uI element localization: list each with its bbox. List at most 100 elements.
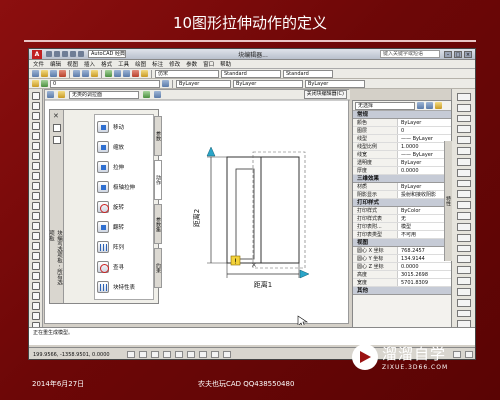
layer-combo[interactable]: 0 xyxy=(50,79,160,88)
leader-icon[interactable] xyxy=(456,277,471,285)
ellipse-arc-icon[interactable] xyxy=(31,192,40,200)
property-value[interactable]: ByLayer xyxy=(398,119,451,126)
break-icon[interactable] xyxy=(456,212,471,220)
zoom-window-icon[interactable] xyxy=(123,70,130,77)
open-icon[interactable] xyxy=(54,51,60,57)
property-row[interactable]: 材质 ByLayer xyxy=(353,183,451,191)
property-value[interactable]: 3015.2698 xyxy=(398,271,451,278)
stretch-icon[interactable] xyxy=(456,179,471,188)
rotate-icon[interactable] xyxy=(456,157,471,166)
edit-block-icon[interactable] xyxy=(47,91,54,98)
hatch-icon[interactable] xyxy=(31,232,40,240)
palette-item-scale[interactable]: 缩放 xyxy=(97,139,153,155)
circle-icon[interactable] xyxy=(31,152,40,160)
property-row[interactable]: 图层 0 xyxy=(353,127,451,135)
menu-item[interactable]: 标注 xyxy=(152,60,163,68)
design-center-icon[interactable] xyxy=(141,70,148,77)
new-icon[interactable] xyxy=(46,51,52,57)
palette-item-flip[interactable]: 翻转 xyxy=(97,219,153,235)
palette-item-move[interactable]: 移动 xyxy=(97,119,153,135)
add-selected-icon[interactable] xyxy=(31,282,40,290)
tolerance-icon[interactable] xyxy=(456,287,471,296)
make-block-icon[interactable] xyxy=(31,212,40,220)
menu-item[interactable]: 插入 xyxy=(84,60,95,68)
property-row[interactable]: 线型比例 1.0000 xyxy=(353,143,451,151)
palette-item-lookup[interactable]: 查寻 xyxy=(97,259,153,275)
dim-style-combo[interactable]: Standard xyxy=(221,69,281,78)
selection-combo[interactable]: 无选择 xyxy=(355,101,415,110)
color-combo[interactable]: ByLayer xyxy=(176,79,231,88)
property-row[interactable]: 打印样式 ByColor xyxy=(353,207,451,215)
save-icon[interactable] xyxy=(62,51,68,57)
cut-icon[interactable] xyxy=(73,70,80,77)
properties-icon[interactable] xyxy=(132,70,139,77)
redo-icon[interactable] xyxy=(78,51,84,57)
minimize-button[interactable]: – xyxy=(444,50,452,58)
dimension-edit-icon[interactable] xyxy=(456,309,471,318)
offset-icon[interactable] xyxy=(456,125,471,134)
menu-item[interactable]: 窗口 xyxy=(203,60,214,68)
make-current-icon[interactable] xyxy=(162,80,169,87)
layer-manager-icon[interactable] xyxy=(32,80,39,87)
polyline-icon[interactable] xyxy=(31,112,40,120)
print-icon[interactable] xyxy=(59,70,66,77)
pan-icon[interactable] xyxy=(105,70,112,77)
fillet-icon[interactable] xyxy=(456,244,471,253)
move-icon[interactable] xyxy=(456,147,471,155)
quick-select-icon[interactable] xyxy=(435,102,442,109)
property-row[interactable]: 打印样式表无 xyxy=(353,215,451,223)
save-block-icon[interactable] xyxy=(58,91,65,98)
construction-line-icon[interactable] xyxy=(31,102,40,110)
menu-item[interactable]: 工具 xyxy=(118,60,129,68)
palette-item-block-table[interactable]: 块特性表 xyxy=(97,279,153,295)
workspace-combo[interactable]: AutoCAD 经典 xyxy=(88,50,126,58)
polar-toggle[interactable] xyxy=(163,351,171,358)
linetype-combo[interactable]: ByLayer xyxy=(233,79,303,88)
block-name-field[interactable]: 无类的调拉面 xyxy=(69,90,139,99)
revision-cloud-icon[interactable] xyxy=(31,162,40,170)
ortho-toggle[interactable] xyxy=(151,351,159,358)
close-button[interactable]: × xyxy=(464,50,472,58)
property-row[interactable]: 打印表附... 模型 xyxy=(353,223,451,231)
arc-icon[interactable] xyxy=(31,142,40,150)
menu-item[interactable]: 视图 xyxy=(67,60,78,68)
menu-item[interactable]: 参数 xyxy=(186,60,197,68)
region-icon[interactable] xyxy=(31,252,40,260)
open-icon[interactable] xyxy=(41,70,48,77)
property-row[interactable]: 厚度 0.0000 xyxy=(353,167,451,175)
lineweight-toggle[interactable] xyxy=(223,351,231,358)
property-section-header[interactable]: 打印样式 xyxy=(353,199,451,207)
mtext-icon[interactable] xyxy=(31,272,40,280)
chamfer-icon[interactable] xyxy=(456,233,471,242)
trim-icon[interactable] xyxy=(456,190,471,199)
grip-arrow-up[interactable] xyxy=(206,146,216,157)
maximize-button[interactable]: □ xyxy=(454,50,462,58)
layer-state-icon[interactable] xyxy=(41,80,48,87)
menu-item[interactable]: 修改 xyxy=(169,60,180,68)
osnap-toggle[interactable] xyxy=(175,351,183,358)
snap-toggle[interactable] xyxy=(127,351,135,358)
otrack-toggle[interactable] xyxy=(187,351,195,358)
grid-toggle[interactable] xyxy=(139,351,147,358)
property-value[interactable]: 5701.8309 xyxy=(398,279,451,286)
property-section-header[interactable]: 视图 xyxy=(353,239,451,247)
property-section-header[interactable]: 三维效果 xyxy=(353,175,451,183)
explode-icon[interactable] xyxy=(456,255,471,264)
polygon-icon[interactable] xyxy=(31,122,40,130)
menu-item[interactable]: 格式 xyxy=(101,60,112,68)
extend-icon[interactable] xyxy=(456,201,471,210)
property-row[interactable]: 线宽 —— ByLayer xyxy=(353,151,451,159)
copy-object-icon[interactable] xyxy=(31,312,40,320)
palette-item-array[interactable]: 阵列 xyxy=(97,239,153,255)
zoom-icon[interactable] xyxy=(114,70,121,77)
test-block-icon[interactable] xyxy=(143,91,150,98)
table-style-combo[interactable]: Standard xyxy=(283,69,333,78)
property-row[interactable]: 宽度 5701.8309 xyxy=(353,279,451,287)
scale-icon[interactable] xyxy=(456,168,471,177)
palette-tab[interactable]: 动作 xyxy=(154,160,162,200)
insert-block-icon[interactable] xyxy=(31,202,40,210)
property-value[interactable]: 0 xyxy=(398,127,451,134)
property-row[interactable]: 阴影显示 投射和接收阴影 xyxy=(353,191,451,199)
property-section-header[interactable]: 其他 xyxy=(353,287,451,295)
property-row[interactable]: 圆心 Z 坐标 0.0000 xyxy=(353,263,451,271)
